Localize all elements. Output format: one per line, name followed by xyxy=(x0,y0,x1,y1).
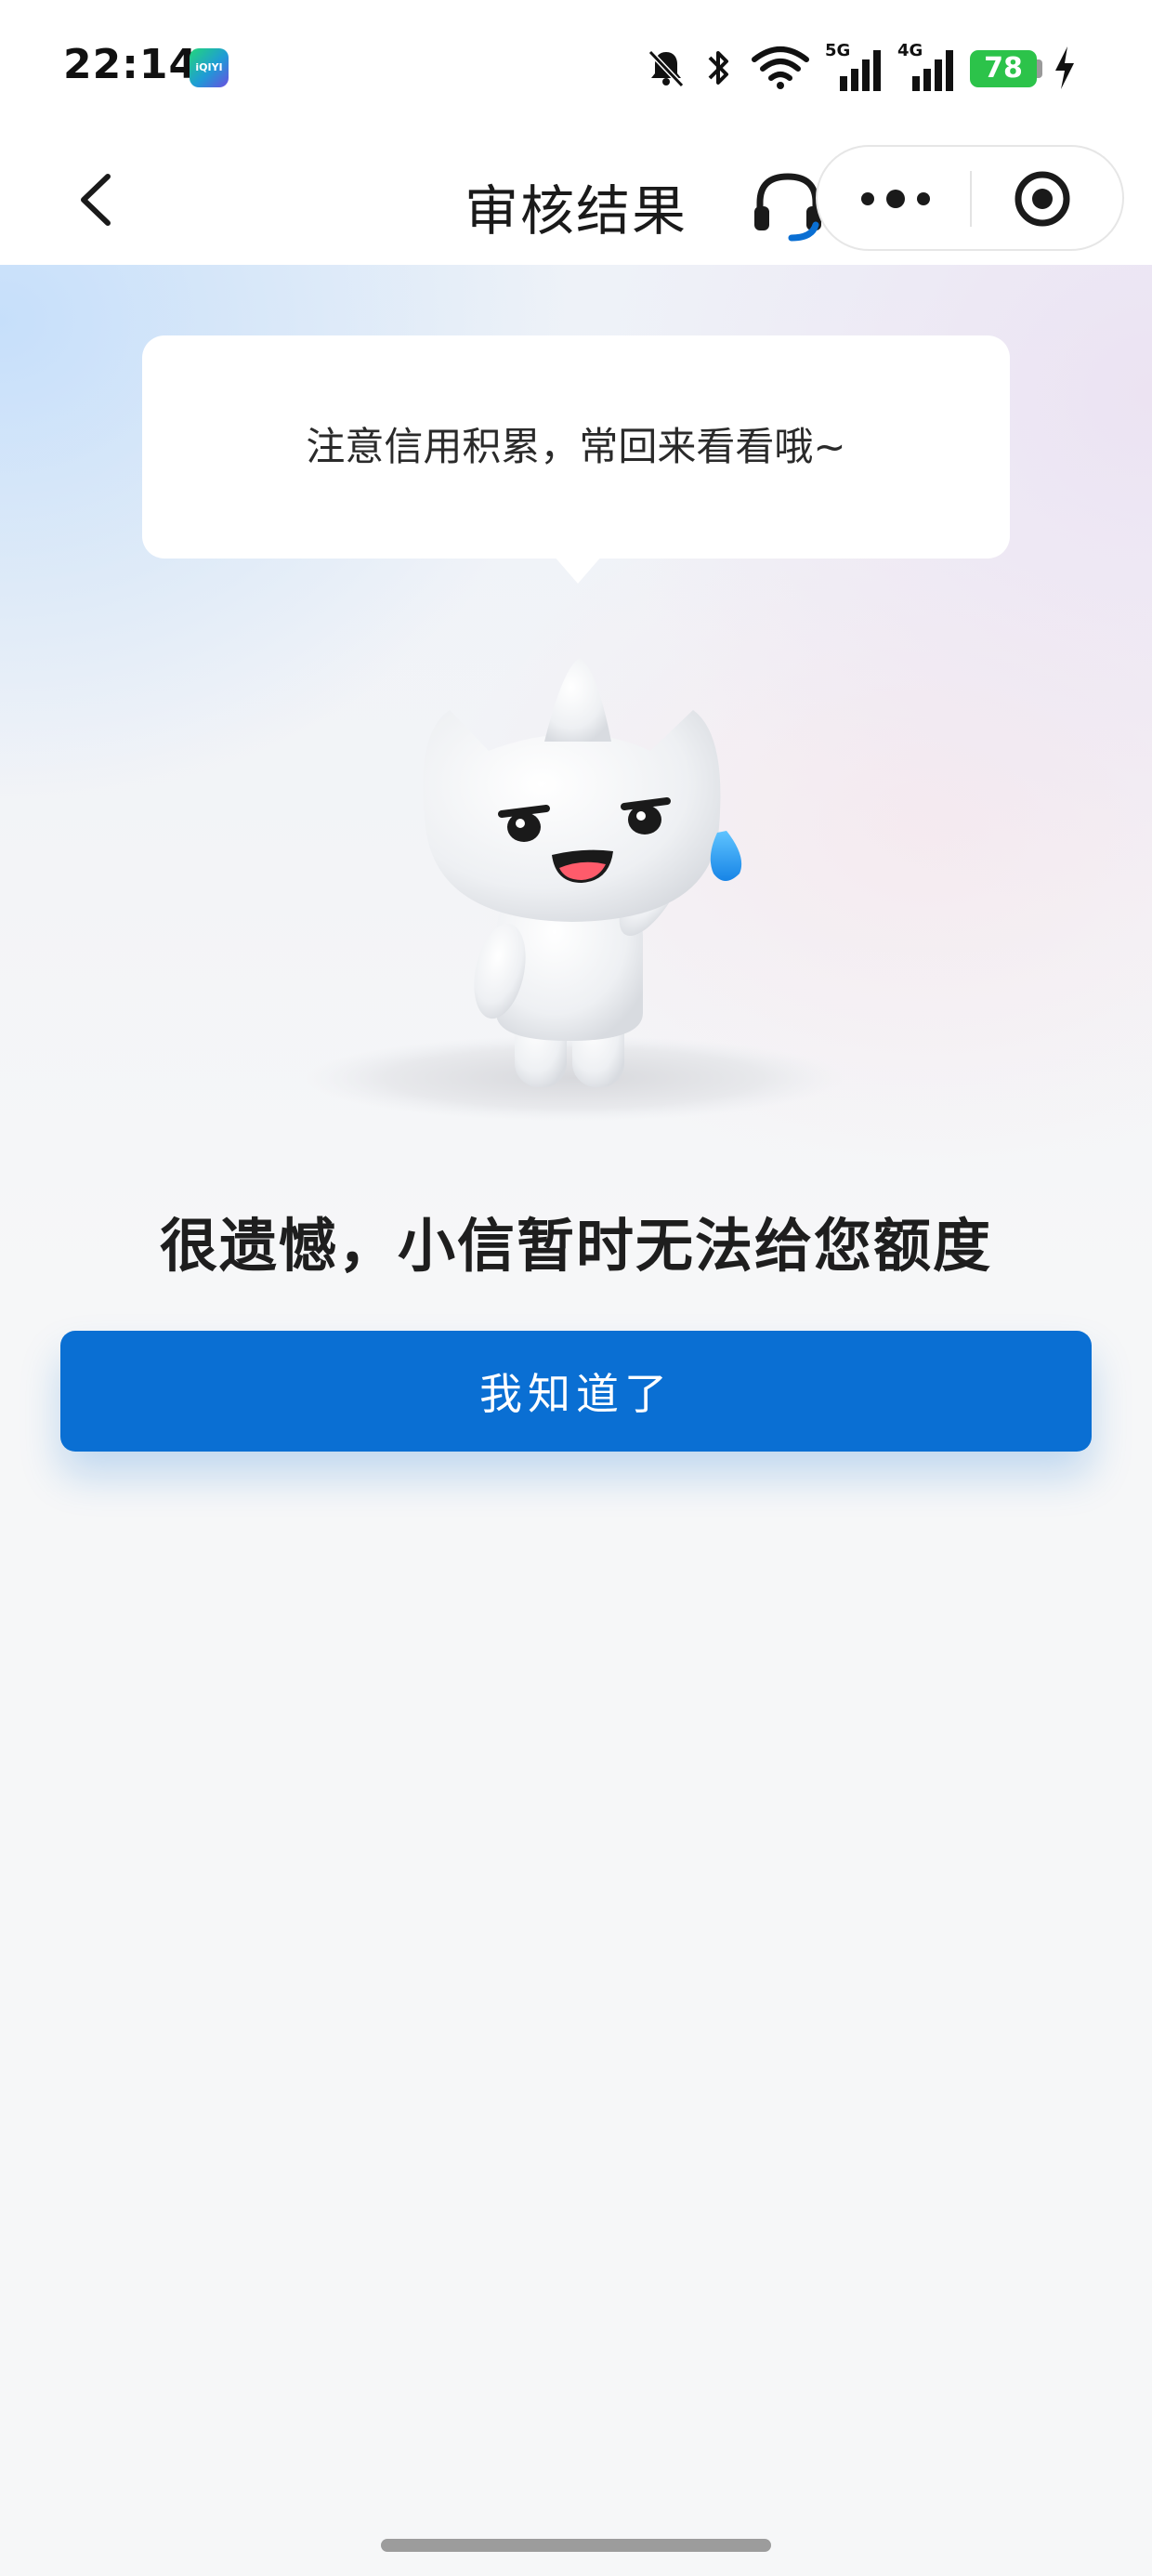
bubble-text: 注意信用积累，常回来看看哦~ xyxy=(306,424,846,469)
more-button[interactable] xyxy=(818,147,970,249)
mute-bell-icon xyxy=(648,49,685,88)
battery-icon: 78 xyxy=(970,50,1037,87)
status-time: 22:14 xyxy=(63,41,199,88)
charging-icon xyxy=(1055,46,1074,89)
bluetooth-icon xyxy=(708,51,728,85)
speech-bubble-tail xyxy=(554,556,602,584)
close-miniapp-button[interactable] xyxy=(972,147,1124,249)
close-miniapp-icon xyxy=(1015,171,1070,227)
signal-4g-icon xyxy=(912,50,953,91)
page: 22:14 iQIYI 5G 4G 78 审核结果 注意信用积累，常回来看看哦~… xyxy=(0,0,1152,2576)
iqiyi-app-icon: iQIYI xyxy=(190,48,229,87)
signal-5g-icon xyxy=(840,50,881,91)
status-bar: 22:14 iQIYI 5G 4G 78 xyxy=(0,0,1152,139)
result-title: 很遗憾，小信暂时无法给您额度 xyxy=(159,1212,992,1280)
mascot-illustration xyxy=(305,658,844,1121)
back-button[interactable] xyxy=(56,158,139,242)
page-title: 审核结果 xyxy=(464,179,687,243)
home-indicator[interactable] xyxy=(381,2539,771,2552)
wifi-icon xyxy=(752,46,809,89)
back-arrow-icon xyxy=(81,174,111,226)
battery-tip xyxy=(1037,59,1042,78)
speech-bubble: 注意信用积累，常回来看看哦~ xyxy=(142,335,1010,559)
more-dots-icon xyxy=(861,190,930,208)
acknowledge-button[interactable]: 我知道了 xyxy=(60,1331,1092,1452)
nav-bar: 审核结果 xyxy=(0,139,1152,265)
miniapp-capsule xyxy=(816,145,1124,251)
